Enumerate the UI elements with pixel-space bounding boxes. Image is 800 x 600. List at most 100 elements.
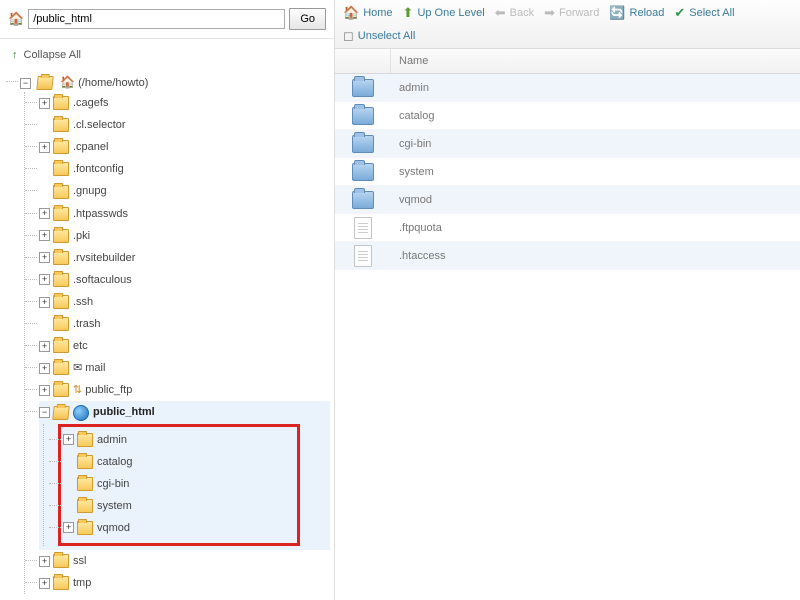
file-row[interactable]: admin xyxy=(335,74,800,102)
tree-item[interactable]: +.cagefs xyxy=(39,92,330,114)
file-row[interactable]: system xyxy=(335,158,800,186)
folder-icon xyxy=(53,96,69,110)
folder-icon xyxy=(77,499,93,513)
file-row[interactable]: catalog xyxy=(335,102,800,130)
up-one-level-button[interactable]: ⬆Up One Level xyxy=(403,6,485,19)
forward-icon: ➡ xyxy=(544,6,555,19)
expand-toggle-icon[interactable]: + xyxy=(39,274,50,285)
expand-toggle-icon[interactable]: + xyxy=(39,252,50,263)
path-input[interactable] xyxy=(28,9,285,29)
column-name[interactable]: Name xyxy=(391,49,800,73)
expand-toggle-icon[interactable]: + xyxy=(39,230,50,241)
folder-icon xyxy=(53,162,69,176)
collapse-all[interactable]: ↑ Collapse All xyxy=(0,39,334,71)
toggle-placeholder xyxy=(39,164,50,175)
expand-toggle-icon[interactable]: + xyxy=(63,522,74,533)
go-button[interactable]: Go xyxy=(289,8,326,30)
file-row[interactable]: vqmod xyxy=(335,186,800,214)
file-name: .htaccess xyxy=(391,250,800,262)
forward-button[interactable]: ➡Forward xyxy=(544,6,599,19)
tree-item[interactable]: + vqmod xyxy=(63,517,295,539)
collapse-toggle-icon[interactable]: − xyxy=(20,78,31,89)
expand-toggle-icon[interactable]: + xyxy=(39,98,50,109)
collapse-label: Collapse All xyxy=(24,49,81,61)
file-list-header: Name xyxy=(335,49,800,74)
expand-toggle-icon[interactable]: + xyxy=(39,556,50,567)
tree-item[interactable]: +ssl xyxy=(39,550,330,572)
tree-item-public-html[interactable]: − public_html + admin catalogcgi-binsystem + v… xyxy=(39,401,330,550)
file-row[interactable]: cgi-bin xyxy=(335,130,800,158)
expand-toggle-icon[interactable]: + xyxy=(63,434,74,445)
folder-icon xyxy=(352,79,374,97)
tree-item[interactable]: + admin xyxy=(63,429,295,451)
expand-toggle-icon[interactable]: + xyxy=(39,385,50,396)
folder-icon xyxy=(53,361,69,375)
tree-item-label: .cl.selector xyxy=(73,119,126,131)
select-all-button[interactable]: ✔Select All xyxy=(674,6,734,19)
file-icon xyxy=(354,217,372,239)
folder-icon xyxy=(53,339,69,353)
toggle-placeholder xyxy=(39,186,50,197)
folder-icon xyxy=(352,191,374,209)
back-icon: ⬅ xyxy=(495,6,506,19)
tree-item-label: .cpanel xyxy=(73,141,108,153)
tree-item-label: .trash xyxy=(73,318,101,330)
tree-item[interactable]: + .cpanel xyxy=(39,136,330,158)
folder-icon xyxy=(53,273,69,287)
expand-toggle-icon[interactable]: + xyxy=(39,578,50,589)
tree-item-label: .softaculous xyxy=(73,274,132,286)
tree-item[interactable]: system xyxy=(63,495,295,517)
tree-item-label: mail xyxy=(85,362,105,374)
file-row[interactable]: .htaccess xyxy=(335,242,800,270)
tree-item[interactable]: .cl.selector xyxy=(39,114,330,136)
collapse-icon: ↑ xyxy=(12,49,18,61)
tree-item[interactable]: + ✉mail xyxy=(39,357,330,379)
folder-icon xyxy=(53,576,69,590)
tree-item[interactable]: .trash xyxy=(39,313,330,335)
folder-icon xyxy=(53,185,69,199)
file-name: .ftpquota xyxy=(391,222,800,234)
uncheck-icon: ◻ xyxy=(343,29,354,42)
home-icon: 🏠 xyxy=(8,11,24,27)
tree-item[interactable]: cgi-bin xyxy=(63,473,295,495)
unselect-all-button[interactable]: ◻Unselect All xyxy=(343,29,792,42)
tree-item[interactable]: .fontconfig xyxy=(39,158,330,180)
tree-item[interactable]: + .softaculous xyxy=(39,269,330,291)
tree-item-label: .ssh xyxy=(73,296,93,308)
folder-icon xyxy=(352,107,374,125)
expand-toggle-icon[interactable]: + xyxy=(39,297,50,308)
up-icon: ⬆ xyxy=(403,6,414,19)
expand-toggle-icon[interactable]: + xyxy=(39,341,50,352)
tree-item-label: vqmod xyxy=(97,522,130,534)
reload-button[interactable]: 🔄Reload xyxy=(609,6,664,19)
tree-item-label: public_html xyxy=(93,407,155,419)
expand-toggle-icon[interactable]: + xyxy=(39,208,50,219)
tree-item-label: admin xyxy=(97,434,127,446)
file-name: admin xyxy=(391,82,800,94)
tree-item[interactable]: +.htpasswds xyxy=(39,203,330,225)
file-name: catalog xyxy=(391,110,800,122)
expand-toggle-icon[interactable]: + xyxy=(39,363,50,374)
tree-item[interactable]: +.pki xyxy=(39,225,330,247)
tree-item[interactable]: catalog xyxy=(63,451,295,473)
collapse-toggle-icon[interactable]: − xyxy=(39,407,50,418)
file-row[interactable]: .ftpquota xyxy=(335,214,800,242)
tree-item[interactable]: + .ssh xyxy=(39,291,330,313)
tree-item[interactable]: + tmp xyxy=(39,572,330,594)
home-button[interactable]: 🏠Home xyxy=(343,6,393,19)
file-icon xyxy=(354,245,372,267)
tree-item-label: .fontconfig xyxy=(73,163,124,175)
tree-item[interactable]: +⇅public_ftp xyxy=(39,379,330,401)
folder-icon xyxy=(77,433,93,447)
tree-item[interactable]: .gnupg xyxy=(39,180,330,202)
tree-item[interactable]: +.rvsitebuilder xyxy=(39,247,330,269)
mail-icon: ✉ xyxy=(73,362,82,374)
tree-root[interactable]: − 🏠 (/home/howto) +.cagefs.cl.selector+.… xyxy=(20,71,330,596)
tree-item[interactable]: +etc xyxy=(39,335,330,357)
folder-icon xyxy=(352,163,374,181)
folder-icon xyxy=(53,207,69,221)
folder-icon xyxy=(53,229,69,243)
tree-item-label: tmp xyxy=(73,577,91,589)
expand-toggle-icon[interactable]: + xyxy=(39,142,50,153)
back-button[interactable]: ⬅Back xyxy=(495,6,534,19)
